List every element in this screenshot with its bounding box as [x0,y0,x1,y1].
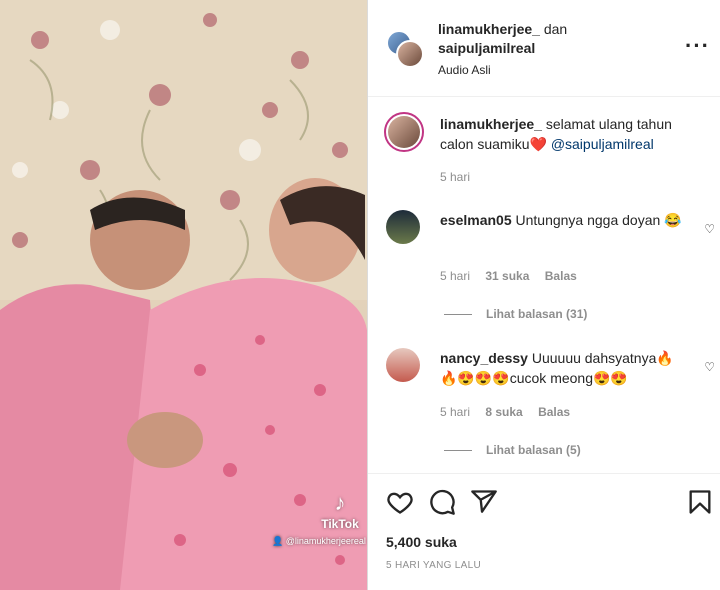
comment-time: 5 hari [440,405,471,419]
like-comment-heart-icon[interactable]: ♡ [704,360,715,374]
avatar[interactable] [386,348,420,382]
comment-meta: 5 hari 31 suka Balas [440,269,577,283]
author-joiner: dan [543,21,568,37]
view-replies-button[interactable]: Lihat balasan (5) [444,443,581,457]
post-actions: 5,400 suka 5 HARI YANG LALU [368,473,720,590]
divider [444,449,472,451]
comment-time: 5 hari [440,269,471,283]
user-icon: 👤 [272,536,286,546]
tiktok-logo-icon: ♪ [334,490,346,515]
comment-meta: 5 hari [440,170,470,184]
avatar[interactable] [386,210,420,244]
view-replies-button[interactable]: Lihat balasan (31) [444,307,587,321]
mention-link[interactable]: @saipuljamilreal [551,136,654,152]
comment-author[interactable]: linamukherjee_ [440,116,542,132]
tiktok-watermark: ♪ TikTok [316,490,364,532]
comment: nancy_dessy Uuuuuu dahsyatnya🔥🔥😍😍😍cucok … [440,348,690,388]
view-replies-label: Lihat balasan (5) [486,443,581,457]
comment: eselman05 Untungnya ngga doyan 😂 [440,210,690,230]
post-date[interactable]: 5 HARI YANG LALU [386,560,481,571]
divider [444,313,472,315]
comment-icon[interactable] [428,488,456,516]
view-replies-label: Lihat balasan (31) [486,307,588,321]
reply-button[interactable]: Balas [545,269,577,283]
like-count[interactable]: 5,400 suka [386,534,457,550]
collab-avatars[interactable] [386,30,424,70]
more-horizontal-icon[interactable]: ··· [685,35,710,57]
bookmark-icon[interactable] [686,488,714,516]
comment-time: 5 hari [440,170,471,184]
tiktok-brand: TikTok [321,517,359,531]
post-sidebar: linamukherjee_ dan saipuljamilreal Audio… [367,0,720,590]
caption: linamukherjee_ selamat ulang tahun calon… [440,114,690,154]
comment-likes[interactable]: 8 suka [485,405,522,419]
reply-button[interactable]: Balas [538,405,570,419]
share-icon[interactable] [470,488,498,516]
comment-likes[interactable]: 31 suka [485,269,529,283]
comment-author[interactable]: eselman05 [440,212,512,228]
audio-label[interactable]: Audio Asli [438,61,567,80]
couple-in-pink [0,178,367,590]
like-comment-heart-icon[interactable]: ♡ [704,222,715,236]
author-link[interactable]: linamukherjee_ [438,21,540,37]
comment-meta: 5 hari 8 suka Balas [440,405,570,419]
avatar[interactable] [396,40,424,68]
comment-text: Untungnya ngga doyan 😂 [515,212,682,228]
heart-icon[interactable] [386,488,414,516]
comment-list: linamukherjee_ selamat ulang tahun calon… [368,98,720,473]
post-header: linamukherjee_ dan saipuljamilreal Audio… [368,0,720,97]
post-video[interactable]: ♪ TikTok 👤 @linamukherjeereal [0,0,367,590]
comment-author[interactable]: nancy_dessy [440,350,528,366]
post-authors: linamukherjee_ dan saipuljamilreal Audio… [438,20,567,80]
avatar[interactable] [384,112,424,152]
author-link[interactable]: saipuljamilreal [438,40,535,56]
tiktok-username: 👤 @linamukherjeereal [272,536,366,546]
